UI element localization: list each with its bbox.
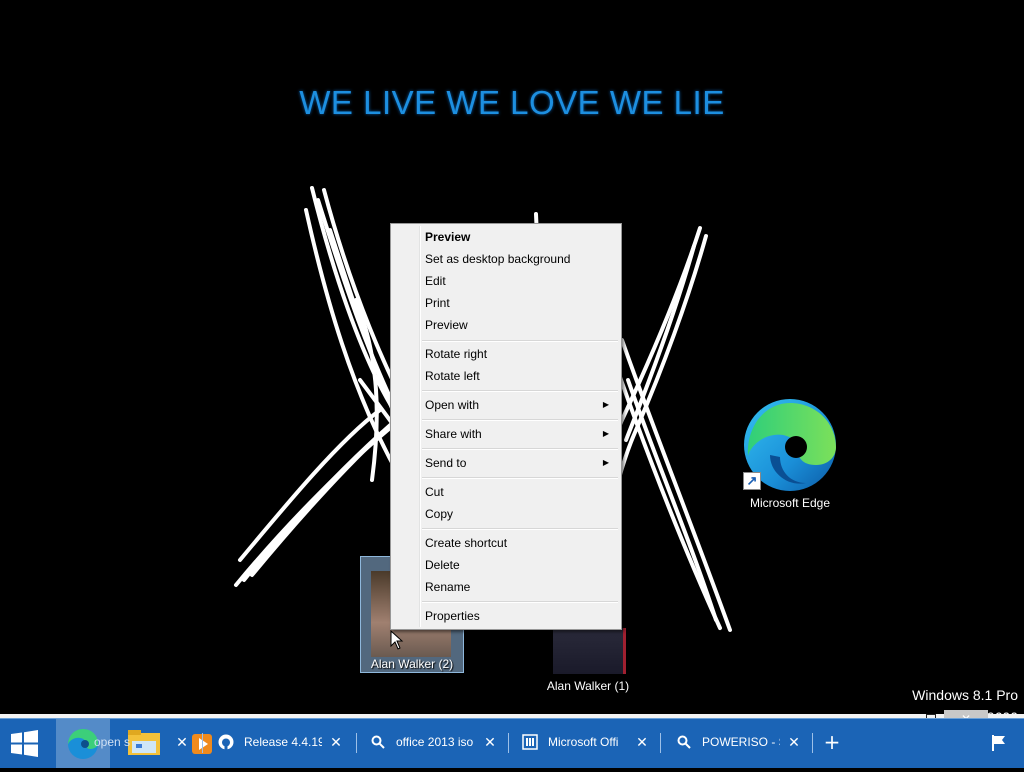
menu-item-preview[interactable]: Preview: [393, 226, 619, 248]
tab-label: office 2013 iso: [396, 735, 474, 749]
menu-item-label: Create shortcut: [425, 536, 508, 550]
menu-item-rename[interactable]: Rename: [393, 576, 619, 598]
search-icon: [371, 735, 385, 749]
browser-tab-office-2013[interactable]: office 2013 iso ✕: [368, 727, 498, 757]
watermark-edition: Windows 8.1 Pro: [912, 687, 1018, 703]
menu-item-label: Edit: [425, 274, 446, 288]
menu-item-label: Rotate right: [425, 347, 488, 361]
menu-item-label: Open with: [425, 398, 480, 412]
desktop-icon-label: Alan Walker (2): [370, 657, 454, 671]
menu-item-label: Rotate left: [425, 369, 480, 383]
menu-separator: [422, 477, 618, 479]
menu-item-label: Preview: [425, 230, 471, 244]
menu-item-cut[interactable]: Cut: [393, 481, 619, 503]
desktop-icon-alan-walker-1[interactable]: Alan Walker (1): [540, 628, 636, 698]
mouse-pointer-icon: [390, 630, 404, 650]
tab-label: Release 4.4.19: [244, 735, 322, 749]
menu-item-label: Cut: [425, 485, 444, 499]
tab-separator: [812, 733, 813, 753]
menu-item-copy[interactable]: Copy: [393, 503, 619, 525]
browser-tab-release[interactable]: Release 4.4.19 ✕: [216, 727, 344, 757]
tab-separator: [202, 733, 203, 753]
menu-item-preview-2[interactable]: Preview: [393, 314, 619, 336]
menu-item-rotate-left[interactable]: Rotate left: [393, 365, 619, 387]
tab-label: open s: [94, 735, 131, 749]
menu-separator: [422, 340, 618, 342]
menu-item-label: Delete: [425, 558, 460, 572]
menu-item-label: Print: [425, 296, 450, 310]
browser-tab-microsoft-office[interactable]: Microsoft Offi ✕: [520, 727, 650, 757]
menu-item-edit[interactable]: Edit: [393, 270, 619, 292]
menu-item-set-desktop-background[interactable]: Set as desktop background: [393, 248, 619, 270]
menu-item-open-with[interactable]: Open with ▶: [393, 394, 619, 416]
menu-item-share-with[interactable]: Share with ▶: [393, 423, 619, 445]
menu-item-label: Copy: [425, 507, 454, 521]
menu-separator: [422, 528, 618, 530]
menu-separator: [422, 390, 618, 392]
tab-label: Microsoft Offi: [548, 735, 619, 749]
tab-close-icon[interactable]: ✕: [634, 727, 650, 757]
menu-item-label: Share with: [425, 427, 482, 441]
menu-separator: [422, 419, 618, 421]
new-tab-button[interactable]: +: [822, 727, 842, 757]
submenu-arrow-icon: ▶: [602, 429, 609, 438]
tab-close-icon[interactable]: ✕: [328, 727, 344, 757]
github-icon: [218, 734, 234, 750]
tab-separator: [356, 733, 357, 753]
tab-close-icon[interactable]: ✕: [786, 727, 802, 757]
windows-logo-icon: [11, 730, 38, 757]
desktop-icon-microsoft-edge[interactable]: ↗ Microsoft Edge: [740, 395, 840, 515]
image-thumbnail-icon: [553, 628, 626, 674]
menu-item-label: Preview: [425, 318, 468, 332]
office-icon: [522, 734, 538, 750]
tab-separator: [508, 733, 509, 753]
desktop[interactable]: WE LIVE WE LOVE WE LIE Alan Walker (2) A…: [0, 0, 1024, 718]
menu-item-delete[interactable]: Delete: [393, 554, 619, 576]
start-button[interactable]: [0, 719, 48, 768]
desktop-icon-label: Microsoft Edge: [749, 496, 831, 510]
browser-tab-poweriso[interactable]: POWERISO - S ✕: [674, 727, 802, 757]
menu-item-create-shortcut[interactable]: Create shortcut: [393, 532, 619, 554]
search-icon: [677, 735, 691, 749]
menu-item-label: Rename: [425, 580, 471, 594]
context-menu: Preview Set as desktop background Edit P…: [390, 223, 622, 630]
tab-close-icon[interactable]: ✕: [174, 727, 190, 757]
tab-separator: [660, 733, 661, 753]
menu-separator: [422, 601, 618, 603]
submenu-arrow-icon: ▶: [602, 400, 609, 409]
menu-item-label: Send to: [425, 456, 467, 470]
menu-item-label: Properties: [425, 609, 480, 623]
taskbar: open s ✕ Release 4.4.19 ✕ office 2013 is…: [0, 718, 1024, 768]
menu-item-print[interactable]: Print: [393, 292, 619, 314]
shortcut-arrow-icon: ↗: [743, 472, 761, 490]
tab-label: POWERISO - S: [702, 735, 780, 749]
menu-item-rotate-right[interactable]: Rotate right: [393, 343, 619, 365]
tab-close-icon[interactable]: ✕: [482, 727, 498, 757]
menu-item-send-to[interactable]: Send to ▶: [393, 452, 619, 474]
submenu-arrow-icon: ▶: [602, 458, 609, 467]
menu-separator: [422, 448, 618, 450]
desktop-icon-label: Alan Walker (1): [546, 679, 630, 693]
action-center-flag-icon[interactable]: [990, 733, 1008, 753]
browser-tab-open[interactable]: open s ✕: [72, 727, 190, 757]
menu-item-label: Set as desktop background: [425, 252, 571, 266]
menu-item-properties[interactable]: Properties: [393, 605, 619, 627]
